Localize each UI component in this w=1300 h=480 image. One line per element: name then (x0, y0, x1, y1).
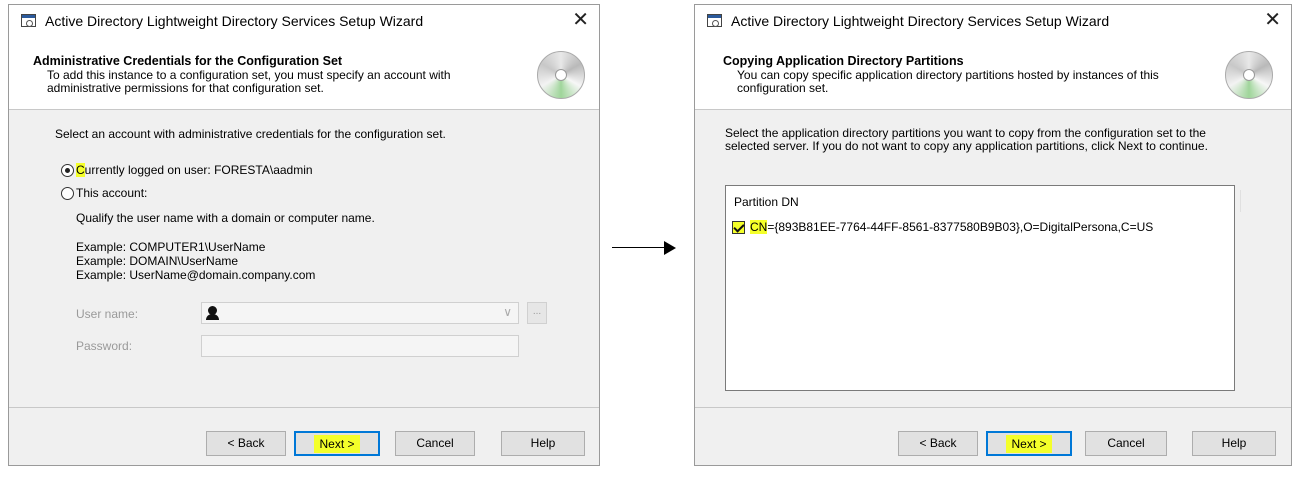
arrow-right-icon-head (664, 241, 676, 255)
next-button-label: Next > (314, 435, 360, 453)
footer-divider (695, 407, 1291, 408)
page-title: Copying Application Directory Partitions (723, 54, 964, 68)
instruction-text: Select an account with administrative cr… (55, 127, 446, 141)
list-item[interactable]: CN={893B81EE-7764-44FF-8561-8377580B9B03… (750, 220, 1153, 234)
example-line: Example: DOMAIN\UserName (76, 254, 239, 268)
wizard-content: Select an account with administrative cr… (9, 110, 599, 407)
help-button-label: Help (530, 436, 556, 450)
example-line: Example: COMPUTER1\UserName (76, 240, 266, 254)
browse-button[interactable]: ... (527, 302, 547, 324)
partition-dn: ={893B81EE-7764-44FF-8561-8377580B9B03},… (767, 220, 1154, 234)
chevron-down-icon[interactable]: ∨ (503, 305, 512, 319)
title-bar: Active Directory Lightweight Directory S… (9, 5, 599, 39)
cancel-button-label: Cancel (1107, 436, 1145, 450)
page-description: To add this instance to a configuration … (47, 68, 451, 95)
footer-divider (9, 407, 599, 408)
partition-checkbox[interactable] (732, 221, 745, 234)
arrow-right-icon (612, 247, 666, 248)
cd-disc-icon (537, 51, 585, 99)
wizard-header: Copying Application Directory Partitions… (695, 39, 1291, 110)
window-title: Active Directory Lightweight Directory S… (45, 13, 424, 29)
help-button[interactable]: Help (1192, 431, 1276, 456)
help-button[interactable]: Help (501, 431, 585, 456)
cd-disc-icon (1225, 51, 1273, 99)
next-button-label: Next > (1006, 435, 1052, 453)
radio-this-account-label[interactable]: This account: (76, 186, 147, 200)
back-button-label: < Back (227, 436, 265, 450)
highlight-mark: C (76, 163, 85, 177)
wizard-window-credentials: Active Directory Lightweight Directory S… (8, 4, 600, 466)
radio-label-rest: urrently logged on user: FORESTA\aadmin (84, 163, 313, 177)
page-title: Administrative Credentials for the Confi… (33, 54, 343, 68)
back-button[interactable]: < Back (898, 431, 978, 456)
password-field[interactable] (201, 335, 519, 357)
password-label: Password: (76, 339, 133, 353)
cancel-button[interactable]: Cancel (1085, 431, 1167, 456)
back-button-label: < Back (919, 436, 957, 450)
column-separator (1240, 190, 1241, 212)
radio-currently-logged-on-label[interactable]: Currently logged on user: FORESTA\aadmin (76, 163, 313, 177)
column-header-partition-dn[interactable]: Partition DN (734, 195, 799, 209)
radio-currently-logged-on[interactable] (61, 164, 74, 177)
wizard-window-partitions: Active Directory Lightweight Directory S… (694, 4, 1292, 466)
help-button-label: Help (1221, 436, 1247, 450)
highlight-mark: CN (750, 220, 768, 234)
username-label: User name: (76, 307, 139, 321)
instruction-text: selected server. If you do not want to c… (725, 139, 1208, 153)
next-button[interactable]: Next > (294, 431, 380, 456)
radio-this-account[interactable] (61, 187, 74, 200)
window-title: Active Directory Lightweight Directory S… (731, 13, 1110, 29)
close-icon[interactable]: ✕ (1264, 9, 1281, 31)
example-line: Example: UserName@domain.company.com (76, 268, 316, 282)
partition-list[interactable]: Partition DN CN={893B81EE-7764-44FF-8561… (725, 185, 1241, 391)
user-icon (206, 306, 219, 320)
page-description: You can copy specific application direct… (737, 68, 1159, 95)
wizard-app-icon (707, 14, 722, 27)
next-button[interactable]: Next > (986, 431, 1072, 456)
cancel-button[interactable]: Cancel (395, 431, 475, 456)
username-combobox[interactable]: ∨ (201, 302, 519, 324)
close-icon[interactable]: ✕ (572, 9, 589, 31)
wizard-header: Administrative Credentials for the Confi… (9, 39, 599, 110)
title-bar: Active Directory Lightweight Directory S… (695, 5, 1291, 39)
instruction-text: Select the application directory partiti… (725, 126, 1206, 140)
wizard-app-icon (21, 14, 36, 27)
qualify-hint: Qualify the user name with a domain or c… (76, 211, 375, 225)
back-button[interactable]: < Back (206, 431, 286, 456)
cancel-button-label: Cancel (416, 436, 454, 450)
